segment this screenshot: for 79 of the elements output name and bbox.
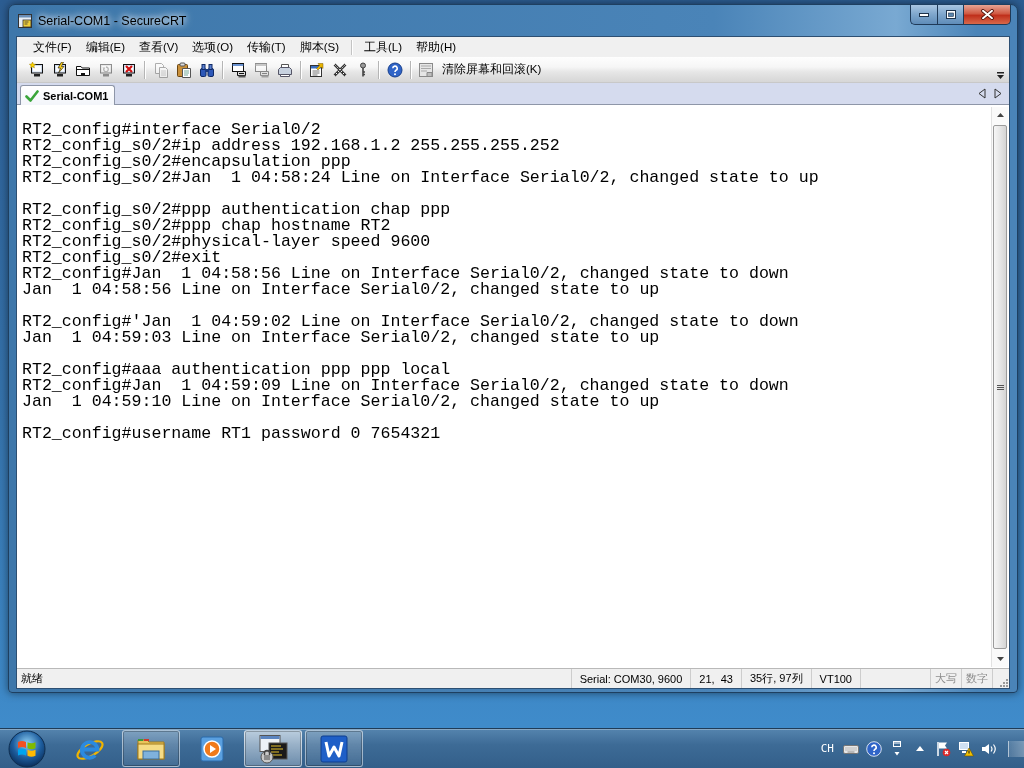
terminal-line: RT2_config_s0/2#encapsulation ppp [22, 154, 351, 170]
status-field: VT100 [810, 669, 860, 688]
terminal-line: Jan 1 04:58:56 Line on Interface Serial0/2, changed state to up [22, 282, 660, 298]
menu-item[interactable]: 帮助(H) [409, 37, 464, 57]
menu-item[interactable]: 工具(L) [357, 37, 410, 57]
terminal-line: RT2_config#aaa authentication ppp ppp local [22, 362, 451, 378]
language-indicator[interactable]: CH [820, 742, 834, 755]
terminal-line: RT2_config_s0/2#Jan 1 04:58:24 Line on Interface Serial0/2, changed state to up [22, 170, 819, 186]
terminal-line: RT2_config_s0/2#ppp authentication chap ppp [22, 202, 451, 218]
menu-item[interactable]: 脚本(S) [292, 37, 346, 57]
taskbar-app-button[interactable] [122, 730, 180, 767]
binoculars-icon [198, 61, 215, 78]
terminal-line: Jan 1 04:59:10 Line on Interface Serial0/2, changed state to up [22, 394, 660, 410]
menu-item[interactable]: 文件(F) [26, 37, 79, 57]
terminal-lock-icon [257, 732, 289, 765]
terminal-line: RT2_config#interface Serial0/2 [22, 122, 321, 138]
screen-icon [418, 61, 434, 78]
terminal-line: RT2_config#username RT1 password 0 7654321 [22, 426, 441, 442]
flag-cross-icon[interactable] [935, 740, 951, 757]
monitor-star-icon [28, 61, 45, 78]
triangle-up-icon [916, 746, 924, 751]
tab-scroll-right-button[interactable] [993, 86, 1003, 101]
terminal-line: RT2_config_s0/2#ip address 192.168.1.2 255.255.255.252 [22, 138, 560, 154]
status-message: 就绪 [21, 671, 43, 686]
status-field: Serial: COM30, 9600 [570, 669, 691, 688]
menu-item[interactable]: 选项(O) [185, 37, 240, 57]
monitor-cross-icon [120, 61, 137, 78]
maximize-icon [945, 10, 956, 19]
help-icon[interactable] [866, 740, 882, 757]
network-warning-icon[interactable] [958, 740, 974, 757]
monitor-arrows-icon [97, 61, 114, 78]
terminal-line: RT2_config_s0/2#ppp chap hostname RT2 [22, 218, 391, 234]
minimize-button[interactable] [910, 5, 937, 25]
menu-item[interactable]: 查看(V) [132, 37, 186, 57]
play-icon [197, 733, 227, 764]
monitor-printer-icon [253, 61, 270, 78]
window-title: Serial-COM1 - SecureCRT [38, 13, 187, 28]
monitor-printer-icon [230, 61, 247, 78]
show-desktop-button[interactable] [1008, 740, 1024, 757]
card-icon [308, 61, 325, 78]
status-field: 35行, 97列 [741, 669, 811, 688]
windows-orb-icon [8, 729, 46, 768]
terminal-line: RT2_config#'Jan 1 04:59:02 Line on Interface Serial0/2, changed state to down [22, 314, 799, 330]
clear-screen-button[interactable]: 清除屏幕和回滚(K) [415, 58, 545, 81]
menu-item[interactable]: 编辑(E) [78, 37, 133, 57]
minimize-icon [919, 12, 929, 17]
close-button[interactable] [963, 5, 1011, 25]
caret-down-icon [996, 657, 1004, 661]
scroll-thumb[interactable] [993, 125, 1007, 649]
taskbar-app-button[interactable] [305, 730, 363, 767]
maximize-button[interactable] [937, 5, 963, 25]
monitor-lightning-icon [51, 61, 68, 78]
close-icon [980, 9, 994, 20]
session-tab[interactable]: Serial-COM1 [20, 85, 116, 105]
help-icon [386, 61, 403, 78]
pages-icon [152, 61, 169, 78]
terminal-line: RT2_config#Jan 1 04:58:56 Line on Interface Serial0/2, changed state to down [22, 266, 789, 282]
resize-grip-icon [999, 678, 1008, 687]
caret-up-icon [996, 113, 1004, 117]
status-field: 21, 43 [690, 669, 741, 688]
clipboard-icon [175, 61, 192, 78]
terminal-line: RT2_config_s0/2#exit [22, 250, 222, 266]
printer-icon [276, 61, 293, 78]
terminal-line: RT2_config_s0/2#physical-layer speed 9600 [22, 234, 431, 250]
triangle-left-icon [978, 88, 986, 99]
triangle-right-icon [994, 88, 1002, 99]
terminal-line: Jan 1 04:59:03 Line on Interface Serial0/2, changed state to up [22, 330, 660, 346]
w-logo-icon [319, 733, 349, 764]
caret-down-icon [997, 71, 1004, 79]
toolbar-overflow-button[interactable] [995, 70, 1006, 80]
grip-icon [996, 384, 1004, 390]
lock-indicator: 大写 [930, 669, 961, 688]
crossed-tools-icon [331, 61, 348, 78]
terminal-line: RT2_config#Jan 1 04:59:09 Line on Interface Serial0/2, changed state to down [22, 378, 789, 394]
lock-indicator: 数字 [961, 669, 992, 688]
tab-scroll-left-button[interactable] [977, 86, 987, 101]
taskbar-app-button[interactable] [244, 730, 302, 767]
app-window-icon [18, 13, 32, 28]
menu-item[interactable]: 传输(T) [240, 37, 293, 57]
